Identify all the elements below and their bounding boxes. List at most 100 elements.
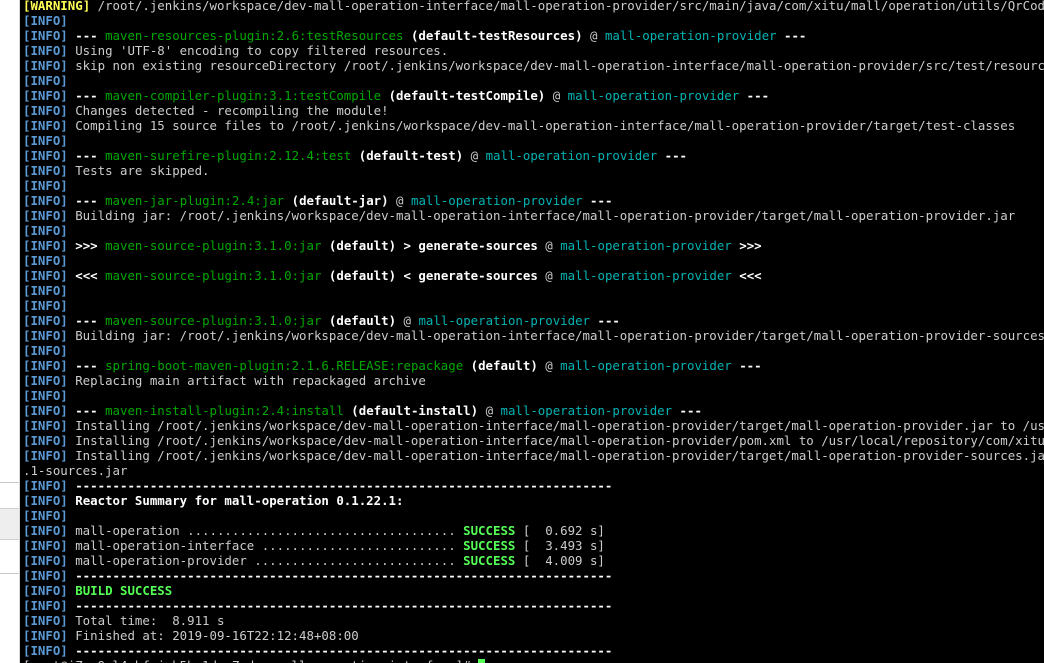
terminal-line: [INFO] (23, 343, 1044, 358)
terminal-line: [WARNING] /root/.jenkins/workspace/dev-m… (23, 0, 1044, 13)
log-text: @ (396, 313, 419, 328)
log-level-tag: [INFO] (23, 208, 68, 223)
log-level-tag: [INFO] (23, 118, 68, 133)
log-level-tag: [INFO] (23, 643, 68, 658)
bold-text: ----------------------------------------… (67, 643, 613, 658)
bold-text: (default-install) (351, 403, 479, 418)
terminal-line: [INFO] ---------------------------------… (23, 643, 1044, 658)
bold-text: < generate-sources (403, 268, 538, 283)
log-text: Tests are skipped. (67, 163, 210, 178)
bold-text: --- (75, 148, 98, 163)
success-label: SUCCESS (463, 538, 516, 553)
bold-text: <<< (75, 268, 98, 283)
log-text: Installing /root/.jenkins/workspace/dev-… (67, 418, 1044, 433)
bold-text: > generate-sources (403, 238, 538, 253)
terminal-line: [INFO] Building jar: /root/.jenkins/work… (23, 208, 1044, 223)
bold-text: --- (590, 193, 613, 208)
terminal-line: [INFO] mall-operation-provider .........… (23, 553, 1044, 568)
log-level-tag: [INFO] (23, 43, 68, 58)
log-text: Building jar: /root/.jenkins/workspace/d… (67, 208, 1016, 223)
bold-text: (default) (328, 313, 397, 328)
bold-text: --- (75, 403, 98, 418)
log-text: @ (478, 403, 501, 418)
left-gutter-panel (0, 0, 20, 663)
terminal-line: [INFO] Total time: 8.911 s (23, 613, 1044, 628)
terminal-line: [INFO] (23, 13, 1044, 28)
log-level-tag: [INFO] (23, 628, 68, 643)
artifact-name: mall-operation-provider (410, 193, 583, 208)
artifact-name: mall-operation-provider (560, 268, 732, 283)
log-level-tag: [INFO] (23, 163, 68, 178)
warning-tag: WARNING (30, 0, 83, 13)
plugin-name: maven-source-plugin:3.1.0:jar (105, 268, 322, 283)
log-level-tag: [INFO] (23, 58, 68, 73)
terminal-line: [INFO] Using 'UTF-8' encoding to copy fi… (23, 43, 1044, 58)
bold-text: ----------------------------------------… (67, 598, 613, 613)
log-level-tag: [INFO] (23, 523, 68, 538)
log-text: @ (537, 268, 561, 283)
terminal-line: .1-sources.jar (23, 463, 1044, 478)
bold-text: --- (746, 88, 770, 103)
terminal-line: [INFO] <<< maven-source-plugin:3.1.0:jar… (23, 268, 1044, 283)
plugin-name: maven-jar-plugin:2.4:jar (105, 193, 285, 208)
log-level-tag: [INFO] (23, 493, 68, 508)
terminal-line: [INFO] --- maven-source-plugin:3.1.0:jar… (23, 313, 1044, 328)
log-text: @ (463, 148, 486, 163)
terminal-line: [INFO] --- maven-compiler-plugin:3.1:tes… (23, 88, 1044, 103)
log-text: .1-sources.jar (23, 463, 128, 478)
log-text: @ (545, 88, 568, 103)
bold-text: >>> (75, 238, 98, 253)
log-level-tag: [INFO] (23, 28, 68, 43)
log-level-tag: [INFO] (23, 253, 68, 268)
bold-text: <<< (739, 268, 762, 283)
text-cursor (478, 659, 486, 663)
terminal-line: [INFO] Compiling 15 source files to /roo… (23, 118, 1044, 133)
log-text: @ (388, 193, 411, 208)
terminal-line: [INFO] (23, 298, 1044, 313)
log-level-tag: [INFO] (23, 508, 68, 523)
log-text: /root/.jenkins/workspace/dev-mall-operat… (97, 0, 1044, 13)
log-text: Changes detected - recompiling the modul… (67, 103, 389, 118)
terminal-line: [INFO] mall-operation ..................… (23, 523, 1044, 538)
gutter-highlight-band (0, 508, 19, 540)
bold-text: (default-jar) (291, 193, 389, 208)
log-level-tag: [INFO] (23, 238, 68, 253)
artifact-name: mall-operation-provider (604, 28, 777, 43)
shell-prompt-line: [root@iZwz9cl4ghfcjnb5ba1dmcZ dev-mall-o… (23, 658, 1044, 663)
log-level-tag: [INFO] (23, 178, 68, 193)
log-level-tag: [INFO] (23, 268, 68, 283)
terminal-line: [INFO] Replacing main artifact with repa… (23, 373, 1044, 388)
log-level-tag: [INFO] (23, 328, 68, 343)
log-level-tag: [INFO] (23, 148, 68, 163)
log-level-tag: [INFO] (23, 313, 68, 328)
log-text: [ 4.009 s] (515, 553, 605, 568)
terminal-line: [INFO] (23, 508, 1044, 523)
terminal-line: [INFO] Finished at: 2019-09-16T22:12:48+… (23, 628, 1044, 643)
plugin-name: maven-install-plugin:2.4:install (105, 403, 344, 418)
log-level-tag: [INFO] (23, 343, 68, 358)
bold-text: >>> (739, 238, 762, 253)
terminal-line: [INFO] (23, 133, 1044, 148)
terminal-line: [INFO] (23, 388, 1044, 403)
gutter-divider (0, 573, 19, 574)
bold-text: --- (75, 313, 98, 328)
log-level-tag: [INFO] (23, 553, 68, 568)
bold-text: (default) (470, 358, 538, 373)
log-text: Replacing main artifact with repackaged … (67, 373, 426, 388)
terminal-line: [INFO] --- maven-surefire-plugin:2.12.4:… (23, 148, 1044, 163)
terminal-line: [INFO] Changes detected - recompiling th… (23, 103, 1044, 118)
log-level-tag: [INFO] (23, 73, 68, 88)
terminal-line: [INFO] Tests are skipped. (23, 163, 1044, 178)
terminal-line: [INFO] Installing /root/.jenkins/workspa… (23, 433, 1044, 448)
warning-tag: ] (82, 0, 98, 13)
terminal-window[interactable]: [WARNING] /root/.jenkins/workspace/dev-m… (20, 0, 1044, 663)
terminal-line: [INFO] --- maven-install-plugin:2.4:inst… (23, 403, 1044, 418)
log-text: Finished at: 2019-09-16T22:12:48+08:00 (67, 628, 359, 643)
